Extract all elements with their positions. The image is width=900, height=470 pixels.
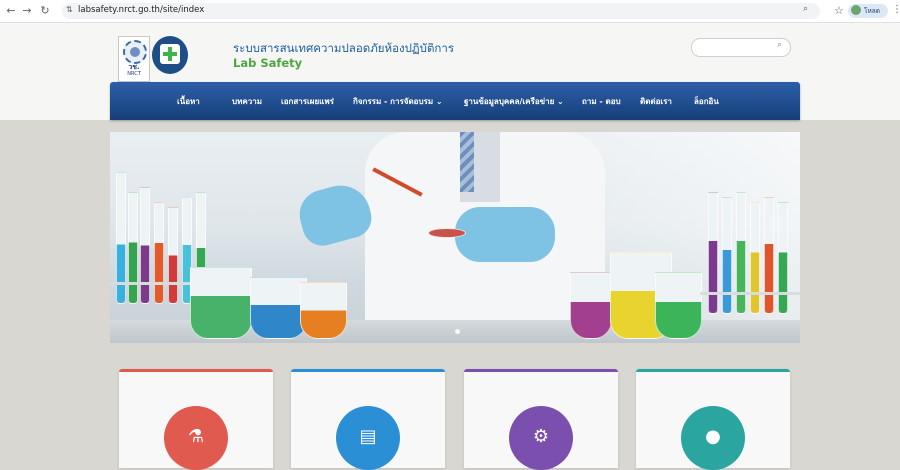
zoom-icon[interactable]: ⌕ xyxy=(803,4,808,14)
card-accent-bar xyxy=(636,369,790,372)
nav-item-database[interactable]: ฐานข้อมูลบุคคล/เครือข่าย ⌄ xyxy=(464,95,564,108)
nav-item-content[interactable]: เนื้อหา xyxy=(177,95,200,108)
nrct-logo[interactable]: วช. NRCT xyxy=(118,36,150,82)
hero-banner-image[interactable] xyxy=(110,132,800,343)
card-icon-circle[interactable]: ▤ xyxy=(336,406,400,470)
card-icon-circle[interactable]: ● xyxy=(681,406,745,470)
avatar xyxy=(851,5,861,15)
feature-card-docs[interactable]: ▤ xyxy=(291,369,445,470)
search-icon[interactable]: ⌕ xyxy=(777,40,782,50)
site-info-icon[interactable]: ⇅ xyxy=(66,5,73,14)
feature-card-lab[interactable]: ⚗ xyxy=(119,369,273,470)
book-icon: ▤ xyxy=(359,426,377,447)
nav-item-articles[interactable]: บทความ xyxy=(232,95,262,108)
main-nav: เนื้อหา บทความ เอกสารเผยแพร่ กิจกรรม - ก… xyxy=(110,82,800,120)
card-accent-bar xyxy=(119,369,273,372)
nav-item-contact[interactable]: ติดต่อเรา xyxy=(640,95,672,108)
flask-icon: ⚗ xyxy=(187,426,205,447)
lab-safety-logo[interactable] xyxy=(152,36,188,74)
url-text: labsafety.nrct.go.th/site/index xyxy=(78,5,205,15)
nrct-emblem-icon xyxy=(123,40,147,64)
gears-icon: ⚙ xyxy=(532,426,550,447)
address-bar[interactable]: ⇅ labsafety.nrct.go.th/site/index ⌕ xyxy=(62,3,820,19)
feature-card-settings[interactable]: ⚙ xyxy=(464,369,618,470)
profile-label: โหลด xyxy=(864,7,880,15)
bookmark-star-icon[interactable]: ☆ xyxy=(834,4,844,17)
card-accent-bar xyxy=(464,369,618,372)
feature-card-user[interactable]: ● xyxy=(636,369,790,470)
card-icon-circle[interactable]: ⚙ xyxy=(509,406,573,470)
user-icon: ● xyxy=(705,426,721,447)
forward-icon[interactable]: → xyxy=(20,3,34,19)
card-icon-circle[interactable]: ⚗ xyxy=(164,406,228,470)
carousel-indicator[interactable] xyxy=(455,329,460,334)
search-input[interactable]: ⌕ xyxy=(691,38,791,57)
nav-item-publications[interactable]: เอกสารเผยแพร่ xyxy=(281,95,334,108)
nav-item-faq[interactable]: ถาม - ตอบ xyxy=(582,95,621,108)
reload-icon[interactable]: ↻ xyxy=(38,3,52,19)
nrct-logo-sub: NRCT xyxy=(127,71,141,77)
nav-item-login[interactable]: ล็อกอิน xyxy=(694,95,719,108)
profile-button[interactable]: โหลด xyxy=(848,4,888,18)
browser-toolbar: ← → ↻ ⇅ labsafety.nrct.go.th/site/index … xyxy=(0,0,900,23)
card-accent-bar xyxy=(291,369,445,372)
back-icon[interactable]: ← xyxy=(4,3,18,19)
plus-cross-icon xyxy=(160,44,180,64)
nav-item-activities[interactable]: กิจกรรม - การจัดอบรม ⌄ xyxy=(353,95,443,108)
site-subtitle[interactable]: Lab Safety xyxy=(233,56,302,70)
browser-menu-icon[interactable]: ⋮ xyxy=(892,4,900,15)
